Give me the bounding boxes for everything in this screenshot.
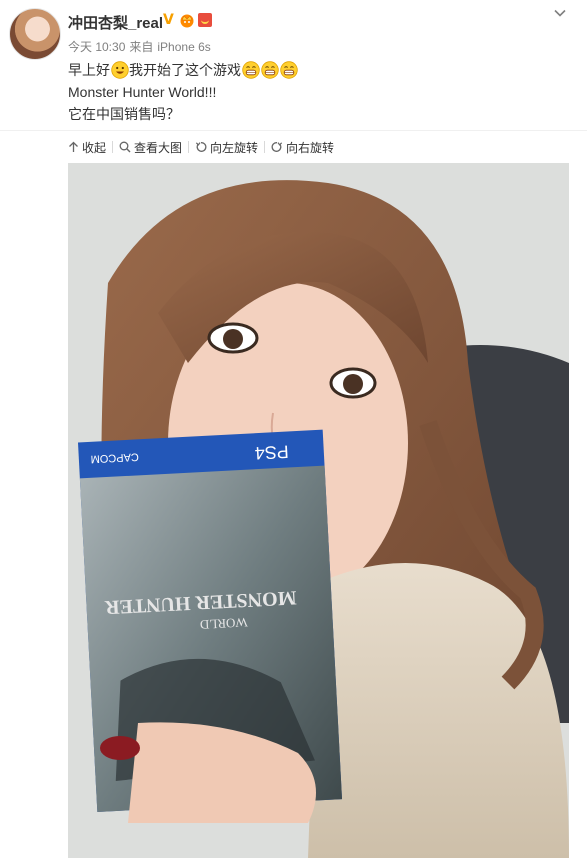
photo-illustration: PS4 CAPCOM MONSTER HUNTER WORLD [68, 163, 569, 858]
grin-emoji-icon [260, 61, 279, 79]
post-text: 早上好 我开始了这个游戏 Monster Hunter World!!! 它在中… [68, 59, 298, 125]
post-line-1-after: 我开始了这个游戏 [129, 62, 241, 78]
collapse-button[interactable]: 收起 [68, 139, 112, 156]
divider [0, 130, 587, 131]
post-time[interactable]: 今天 10:30 [68, 40, 125, 54]
rotate-left-button[interactable]: 向左旋转 [189, 139, 264, 156]
user-name[interactable]: 冲田杏梨_real [68, 12, 163, 33]
crown-badge-icon [180, 14, 194, 28]
collapse-label: 收起 [82, 140, 107, 155]
view-large-label: 查看大图 [134, 140, 183, 155]
rotate-left-icon [195, 142, 207, 152]
post-line-2: Monster Hunter World!!! [68, 84, 217, 100]
verified-v-icon: V [163, 12, 174, 28]
view-large-button[interactable]: 查看大图 [113, 139, 188, 156]
avatar[interactable] [9, 8, 61, 60]
photo-publisher-label: CAPCOM [90, 450, 139, 465]
rotate-right-icon [271, 142, 283, 152]
search-icon [119, 141, 131, 153]
rotate-left-label: 向左旋转 [210, 140, 259, 155]
post-meta: 今天 10:30 来自 iPhone 6s [68, 38, 215, 55]
media-toolbar: 收起 查看大图 向左旋转 向右旋转 [68, 136, 340, 158]
red-envelope-badge-icon [198, 13, 212, 27]
post-photo[interactable]: PS4 CAPCOM MONSTER HUNTER WORLD [68, 163, 569, 858]
post-source[interactable]: iPhone 6s [157, 40, 210, 54]
post-line-1: 早上好 我开始了这个游戏 [68, 59, 298, 81]
grin-emoji-icon [279, 61, 298, 79]
post-line-3: 它在中国销售吗？ [68, 106, 180, 122]
photo-platform-label: PS4 [254, 441, 289, 463]
rotate-right-label: 向右旋转 [286, 140, 335, 155]
chevron-down-icon[interactable] [553, 6, 567, 20]
collapse-arrow-icon [69, 141, 78, 152]
grin-emoji-icon [241, 61, 260, 79]
weibo-post-card: 冲田杏梨_real V 今天 10:30 来自 iPhone 6s 早上好 我开始了… [0, 0, 587, 858]
post-line-1-before: 早上好 [68, 62, 110, 78]
source-prefix: 来自 [129, 40, 154, 54]
rotate-right-button[interactable]: 向右旋转 [265, 139, 340, 156]
smile-emoji-icon [110, 61, 129, 79]
photo-title-line2: WORLD [200, 615, 248, 632]
